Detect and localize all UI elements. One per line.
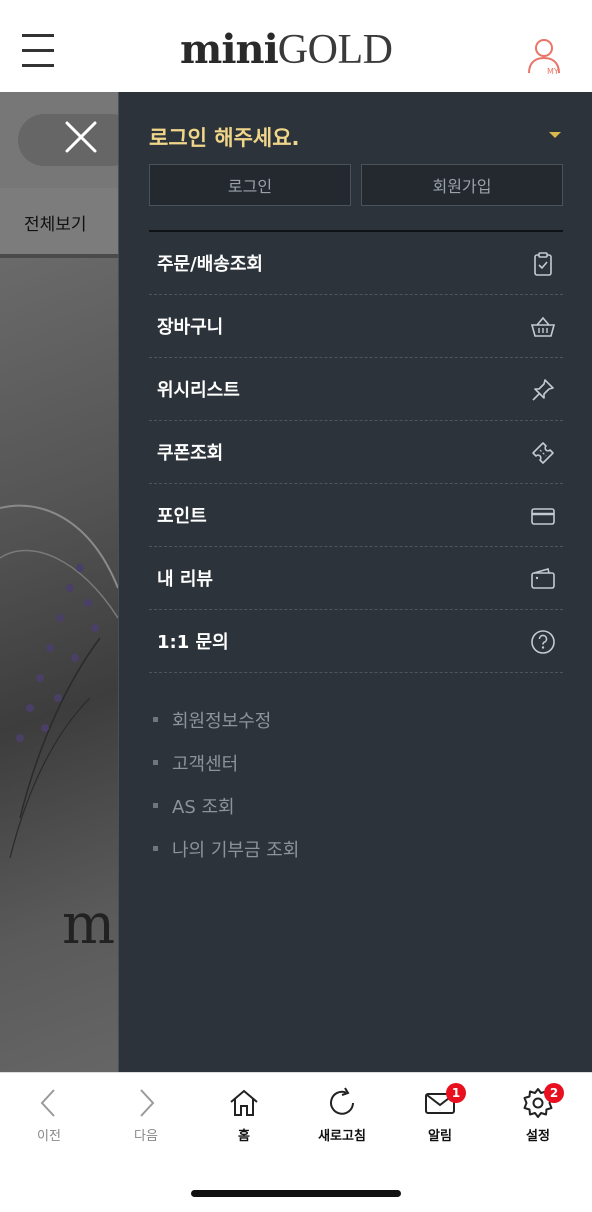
my-label: MY	[547, 67, 559, 76]
sub-link-donations[interactable]: 나의 기부금 조회	[153, 827, 299, 870]
menu-item-orders[interactable]: 주문/배송조회	[149, 232, 563, 295]
menu-item-reviews[interactable]: 내 리뷰	[149, 547, 563, 610]
menu-item-label: 장바구니	[157, 317, 224, 338]
category-all-label: 전체보기	[24, 215, 87, 235]
nav-prev-label: 이전	[37, 1129, 61, 1144]
home-icon	[230, 1089, 258, 1116]
login-prompt[interactable]: 로그인 해주세요.	[149, 122, 300, 152]
menu-item-points[interactable]: 포인트	[149, 484, 563, 547]
nav-next-label: 다음	[134, 1129, 158, 1144]
dimmed-page-background[interactable]: 전체보기 m	[0, 92, 118, 1072]
bullet	[153, 803, 158, 808]
home-indicator	[191, 1190, 401, 1197]
nav-notifications-label: 알림	[428, 1129, 452, 1144]
pin-icon	[529, 376, 557, 404]
account-menu: 주문/배송조회 장바구니 위시리스트 쿠폰조회 포인트 내 리뷰 1:1 문의	[149, 232, 563, 673]
login-button[interactable]: 로그인	[149, 164, 351, 206]
close-drawer-icon[interactable]	[62, 118, 100, 156]
question-circle-icon	[529, 628, 557, 656]
ticket-icon	[529, 439, 557, 467]
join-button[interactable]: 회원가입	[361, 164, 563, 206]
side-drawer: 로그인 해주세요. 로그인 회원가입 주문/배송조회 장바구니 위시리스트 쿠폰…	[118, 92, 592, 1072]
menu-item-label: 1:1 문의	[157, 632, 229, 653]
menu-item-cart[interactable]: 장바구니	[149, 295, 563, 358]
wallet-icon	[529, 565, 557, 593]
card-icon	[529, 502, 557, 530]
sub-link-edit-profile[interactable]: 회원정보수정	[153, 698, 299, 741]
logo-gold-text: GOLD	[277, 27, 393, 73]
notification-badge: 1	[446, 1083, 466, 1103]
clipboard-check-icon	[529, 250, 557, 278]
menu-item-label: 포인트	[157, 506, 207, 527]
secondary-links: 회원정보수정 고객센터 AS 조회 나의 기부금 조회	[153, 698, 299, 870]
nav-notifications[interactable]: 1 알림	[400, 1083, 480, 1144]
category-bar: 전체보기	[0, 188, 118, 254]
bullet	[153, 717, 158, 722]
hamburger-menu-icon[interactable]	[22, 34, 58, 70]
basket-icon	[529, 313, 557, 341]
nav-settings[interactable]: 2 설정	[498, 1083, 578, 1144]
menu-item-label: 주문/배송조회	[157, 254, 263, 275]
settings-badge: 2	[544, 1083, 564, 1103]
logo-mini-text: mini	[180, 26, 279, 73]
bullet	[153, 846, 158, 851]
chevron-right-icon	[140, 1089, 155, 1117]
sub-link-label: 회원정보수정	[172, 710, 272, 732]
banner-brand-letter: m	[62, 892, 116, 957]
menu-item-label: 위시리스트	[157, 380, 240, 401]
nav-next[interactable]: 다음	[106, 1087, 186, 1144]
nav-refresh-label: 새로고침	[318, 1129, 366, 1144]
sub-link-label: 나의 기부금 조회	[172, 839, 300, 861]
sub-link-customer-center[interactable]: 고객센터	[153, 741, 299, 784]
minigold-logo[interactable]: miniGOLD	[180, 26, 400, 78]
caret-down-icon[interactable]	[549, 132, 561, 138]
bullet	[153, 760, 158, 765]
sub-link-label: AS 조회	[172, 796, 235, 818]
sub-link-label: 고객센터	[172, 753, 239, 775]
sub-link-as-lookup[interactable]: AS 조회	[153, 784, 299, 827]
nav-refresh[interactable]: 새로고침	[302, 1087, 382, 1144]
refresh-icon	[330, 1087, 354, 1115]
nav-settings-label: 설정	[526, 1129, 550, 1144]
nav-home-label: 홈	[238, 1129, 250, 1144]
chevron-left-icon	[40, 1089, 55, 1117]
menu-item-wishlist[interactable]: 위시리스트	[149, 358, 563, 421]
menu-item-label: 쿠폰조회	[157, 443, 224, 464]
app-header: miniGOLD MY	[0, 0, 592, 92]
menu-item-coupons[interactable]: 쿠폰조회	[149, 421, 563, 484]
menu-item-label: 내 리뷰	[157, 569, 213, 590]
nav-home[interactable]: 홈	[204, 1087, 284, 1144]
nav-prev[interactable]: 이전	[9, 1087, 89, 1144]
my-account-icon[interactable]: MY	[524, 36, 564, 76]
menu-item-inquiry[interactable]: 1:1 문의	[149, 610, 563, 673]
